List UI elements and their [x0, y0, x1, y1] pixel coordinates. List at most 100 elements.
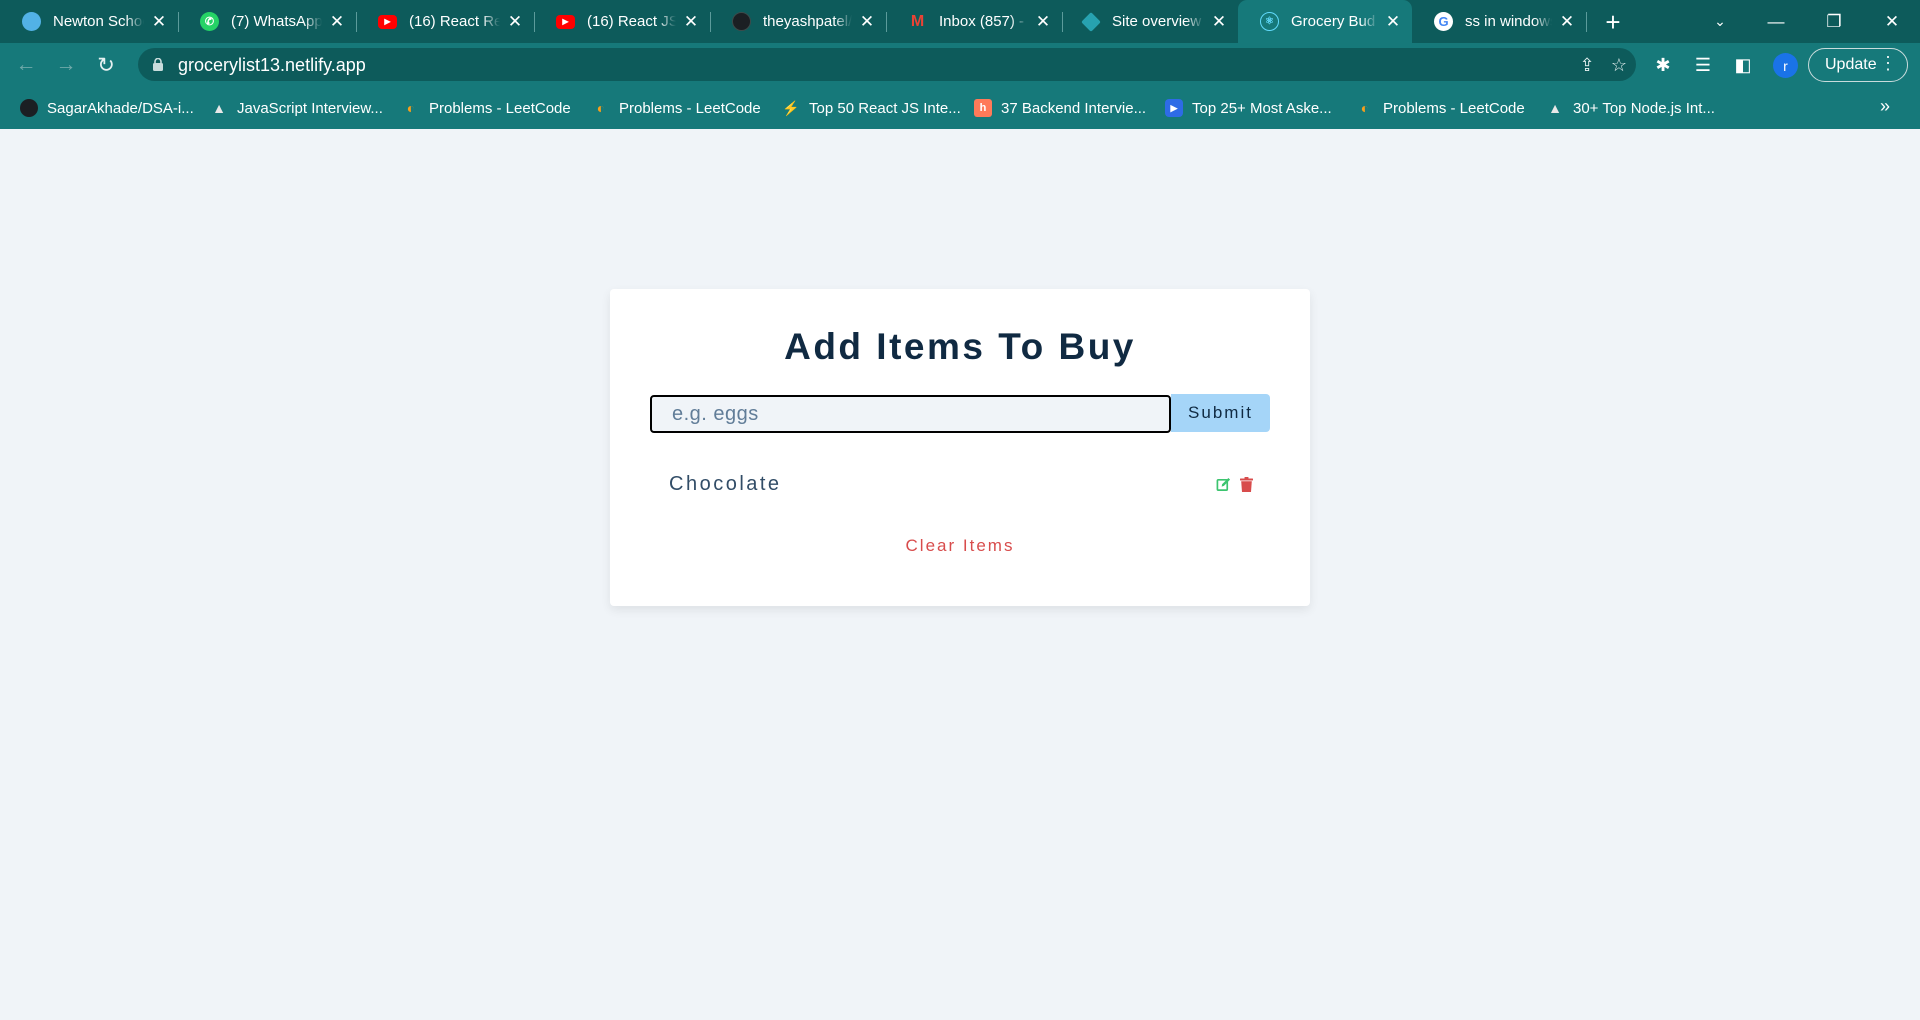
- reload-button[interactable]: ↻: [90, 49, 122, 81]
- trash-icon[interactable]: [1238, 476, 1254, 492]
- grocery-card: Add Items To Buy Submit Chocolate Clear …: [610, 289, 1310, 606]
- bookmark-label: Top 50 React JS Inte...: [809, 99, 961, 117]
- bookmark-label: Problems - LeetCode: [619, 99, 761, 117]
- tab-react-regular[interactable]: ▶ (16) React Regular ✕: [356, 0, 534, 43]
- tab-title: (16) React Regular: [409, 13, 500, 30]
- tab-separator: [1586, 12, 1587, 32]
- extensions-puzzle-icon[interactable]: ✱: [1648, 50, 1678, 80]
- reading-list-icon[interactable]: ☰: [1688, 50, 1718, 80]
- bookmark-label: Problems - LeetCode: [429, 99, 571, 117]
- tab-newton-school[interactable]: Newton School ✕: [0, 0, 178, 43]
- tab-grocery-bud[interactable]: ⚛ Grocery Bud Grocery ✕: [1238, 0, 1412, 43]
- bookmark-item[interactable]: ◐ Problems - LeetCode: [1356, 95, 1525, 121]
- edit-icon[interactable]: [1215, 476, 1231, 492]
- tab-netlify[interactable]: Site overview | Netlify ✕: [1062, 0, 1238, 43]
- mountain-icon: ▲: [212, 100, 226, 116]
- back-button[interactable]: ←: [10, 49, 42, 81]
- close-icon[interactable]: ✕: [682, 12, 700, 32]
- whatsapp-icon: ✆: [200, 12, 219, 31]
- arrow-left-icon: ←: [15, 53, 37, 76]
- clear-items-button[interactable]: Clear Items: [610, 536, 1310, 556]
- item-title: Chocolate: [669, 473, 782, 495]
- page-viewport: Add Items To Buy Submit Chocolate Clear …: [0, 129, 1920, 1020]
- close-icon[interactable]: ✕: [858, 12, 876, 32]
- bookmark-label: Top 25+ Most Aske...: [1192, 99, 1332, 117]
- bookmark-item[interactable]: ◐ Problems - LeetCode: [592, 95, 761, 121]
- chevron-down-icon: ⌄: [1714, 13, 1726, 29]
- tab-whatsapp[interactable]: ✆ (7) WhatsApp ✕: [178, 0, 356, 43]
- close-icon: ✕: [1884, 11, 1900, 31]
- forward-button[interactable]: →: [50, 49, 82, 81]
- youtube-icon: ▶: [378, 14, 397, 29]
- plus-icon: +: [1605, 6, 1621, 37]
- bookmark-label: Problems - LeetCode: [1383, 99, 1525, 117]
- close-icon[interactable]: ✕: [506, 12, 524, 32]
- url-text: grocerylist13.netlify.app: [178, 55, 366, 75]
- browser-toolbar: ← → ↻ grocerylist13.netlify.app ⇪ ☆ ✱ ☰ …: [0, 43, 1920, 86]
- item-input[interactable]: [650, 395, 1171, 433]
- close-icon[interactable]: ✕: [1034, 12, 1052, 32]
- bookmark-item[interactable]: ▲ 30+ Top Node.js Int...: [1546, 95, 1715, 121]
- close-icon[interactable]: ✕: [328, 12, 346, 32]
- tab-strip: Newton School ✕ ✆ (7) WhatsApp ✕ ▶ (16) …: [0, 0, 1920, 43]
- bookmark-item[interactable]: SagarAkhade/DSA-i...: [20, 95, 194, 121]
- react-icon: ⚛: [1260, 12, 1279, 31]
- bookmark-item[interactable]: ▲ JavaScript Interview...: [210, 95, 383, 121]
- bookmark-item[interactable]: h 37 Backend Intervie...: [974, 95, 1146, 121]
- bookmark-item[interactable]: ◐ Problems - LeetCode: [402, 95, 571, 121]
- bookmark-star-icon[interactable]: ☆: [1606, 52, 1632, 78]
- bookmark-label: SagarAkhade/DSA-i...: [47, 99, 194, 117]
- gmail-icon: M: [910, 12, 925, 30]
- share-icon[interactable]: ⇪: [1574, 52, 1600, 78]
- restore-icon: ❐: [1826, 11, 1842, 31]
- tab-gmail[interactable]: M Inbox (857) - mail ✕: [886, 0, 1062, 43]
- profile-avatar[interactable]: r: [1773, 53, 1798, 78]
- bookmark-item[interactable]: ⚡ Top 50 React JS Inte...: [782, 95, 961, 121]
- hubspot-icon: h: [974, 99, 992, 117]
- bookmark-label: 37 Backend Intervie...: [1001, 99, 1147, 117]
- runner-icon: ⚡: [782, 99, 800, 116]
- close-icon[interactable]: ✕: [1558, 12, 1576, 32]
- youtube-icon: ▶: [556, 14, 575, 29]
- leetcode-icon: ◐: [596, 100, 606, 116]
- tab-title: (16) React JS Project: [587, 13, 676, 30]
- update-button[interactable]: Update ⋮: [1808, 48, 1908, 82]
- newton-school-icon: [22, 12, 41, 31]
- bookmarks-overflow-icon[interactable]: »: [1880, 96, 1890, 117]
- tab-search-button[interactable]: ⌄: [1692, 0, 1748, 43]
- mountain-icon: ▲: [1548, 100, 1562, 116]
- tab-title: Grocery Bud Grocery: [1291, 13, 1378, 30]
- restore-button[interactable]: ❐: [1806, 0, 1862, 43]
- tab-title: Inbox (857) - mail: [939, 13, 1028, 30]
- tab-title: Newton School: [53, 13, 144, 30]
- close-icon[interactable]: ✕: [1384, 12, 1402, 32]
- close-icon[interactable]: ✕: [1210, 12, 1228, 32]
- bookmark-item[interactable]: ▶ Top 25+ Most Aske...: [1165, 95, 1332, 121]
- tab-title: (7) WhatsApp: [231, 13, 322, 30]
- arrow-right-icon: →: [55, 53, 77, 76]
- tab-title: theyashpatel/grocery: [763, 13, 852, 30]
- lock-icon[interactable]: [152, 58, 164, 71]
- address-bar[interactable]: grocerylist13.netlify.app ⇪ ☆: [138, 48, 1636, 81]
- list-item: Chocolate: [650, 464, 1270, 504]
- netlify-icon: [1081, 11, 1101, 32]
- bookmark-label: JavaScript Interview...: [237, 99, 383, 117]
- github-icon: [20, 99, 38, 117]
- update-label: Update: [1825, 56, 1877, 73]
- tab-react-js-project[interactable]: ▶ (16) React JS Project ✕: [534, 0, 710, 43]
- minimize-button[interactable]: —: [1748, 0, 1804, 43]
- github-icon: [732, 12, 751, 31]
- tab-github[interactable]: theyashpatel/grocery ✕: [710, 0, 886, 43]
- submit-button[interactable]: Submit: [1171, 394, 1270, 432]
- side-panel-icon[interactable]: ◧: [1728, 50, 1758, 80]
- google-icon: G: [1434, 12, 1453, 31]
- reload-icon: ↻: [97, 53, 115, 77]
- tab-google[interactable]: G ss in windows ✕: [1412, 0, 1586, 43]
- page-title: Add Items To Buy: [784, 326, 1136, 367]
- close-icon[interactable]: ✕: [150, 12, 168, 32]
- more-vert-icon: ⋮: [1879, 53, 1897, 73]
- new-tab-button[interactable]: +: [1596, 5, 1630, 39]
- leetcode-icon: ◐: [406, 100, 416, 116]
- close-window-button[interactable]: ✕: [1864, 0, 1920, 43]
- minimize-icon: —: [1767, 11, 1785, 31]
